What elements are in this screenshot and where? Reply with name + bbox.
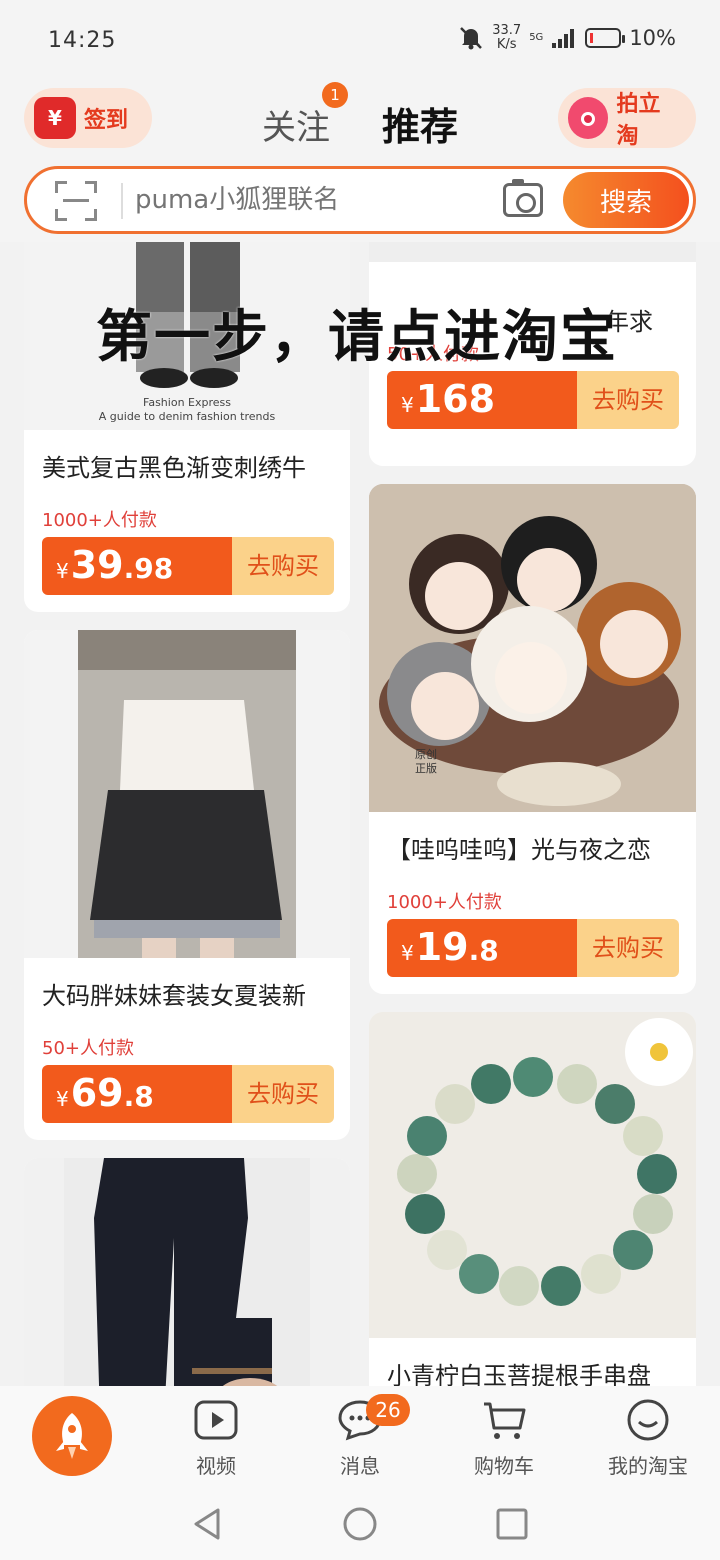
battery-icon — [585, 28, 626, 48]
product-image — [369, 1012, 696, 1338]
rocket-icon — [56, 1413, 88, 1459]
search-input[interactable] — [135, 179, 495, 221]
nav-messages-label: 消息 — [340, 1454, 380, 1478]
buy-label: 去购买 — [232, 1065, 334, 1123]
price: ¥ 168 — [387, 371, 577, 429]
smile-face-icon — [624, 1398, 672, 1442]
messages-badge: 26 — [366, 1394, 410, 1426]
red-envelope-icon: ¥ — [34, 97, 76, 139]
video-icon — [192, 1398, 240, 1442]
image-badge: 原创正版 — [415, 748, 437, 775]
buy-button[interactable]: ¥ 19 .8 去购买 — [387, 919, 679, 977]
currency-symbol: ¥ — [56, 559, 69, 583]
nav-video-label: 视频 — [196, 1454, 236, 1478]
price-decimal: .8 — [123, 1080, 154, 1113]
product-image — [24, 1158, 350, 1386]
snap-label: 拍立淘 — [616, 92, 661, 149]
battery-percent: 10% — [629, 26, 676, 50]
buy-button[interactable]: ¥ 168 去购买 — [387, 371, 679, 429]
price: ¥ 69 .8 — [42, 1065, 232, 1123]
checkin-button[interactable]: ¥ 签到 — [24, 88, 152, 148]
nav-cart[interactable]: 购物车 — [454, 1398, 554, 1479]
buy-label: 去购买 — [577, 919, 679, 977]
status-bar: 14:25 33.7 K/s 5G 10% — [0, 0, 720, 82]
nav-video[interactable]: 视频 — [166, 1398, 266, 1479]
checkin-label: 签到 — [84, 108, 129, 133]
price: ¥ 19 .8 — [387, 919, 577, 977]
search-button[interactable]: 搜索 — [563, 172, 689, 228]
snap-search-button[interactable]: 拍立淘 — [558, 88, 696, 149]
buy-button[interactable]: ¥ 69 .8 去购买 — [42, 1065, 334, 1123]
product-title: 美式复古黑色渐变刺绣牛 — [42, 454, 306, 482]
bottom-nav: 视频 消息 26 购物车 我的淘宝 — [0, 1386, 720, 1492]
product-card[interactable]: 大码胖妹妹套装女夏装新 50+人付款 ¥ 69 .8 去购买 — [24, 630, 350, 1140]
product-title: 大码胖妹妹套装女夏装新 — [42, 982, 306, 1010]
search-bar: 搜索 — [24, 166, 696, 234]
instruction-overlay: 第一步，请点进淘宝 — [96, 305, 618, 370]
cart-icon — [480, 1398, 528, 1442]
follow-badge: 1 — [322, 82, 348, 108]
sold-count: 1000+人付款 — [387, 892, 502, 913]
buy-label: 去购买 — [577, 371, 679, 429]
price-integer: 19 — [415, 925, 469, 969]
tab-follow[interactable]: 关注 — [262, 100, 330, 149]
status-time: 14:25 — [48, 28, 117, 53]
home-circle-icon[interactable] — [340, 1504, 380, 1544]
nav-my-taobao[interactable]: 我的淘宝 — [598, 1398, 698, 1479]
image-caption-sub: A guide to denim fashion trends — [98, 410, 276, 423]
signal-icon — [552, 29, 575, 48]
product-card[interactable]: 原创正版 【哇呜哇呜】光与夜之恋 1000+人付款 ¥ 19 .8 去购买 — [369, 484, 696, 994]
product-title: 【哇呜哇呜】光与夜之恋 — [387, 836, 651, 864]
price-integer: 39 — [70, 543, 124, 587]
recents-square-icon[interactable] — [492, 1504, 532, 1544]
status-icons: 33.7 K/s 5G 10% — [458, 24, 676, 52]
product-image: 原创正版 — [369, 484, 696, 812]
image-caption: Fashion Express — [143, 396, 231, 409]
buy-label: 去购买 — [232, 537, 334, 595]
home-rocket-button[interactable] — [32, 1396, 112, 1476]
product-title: 小青柠白玉菩提根手串盘 — [387, 1362, 651, 1386]
sold-count: 50+人付款 — [42, 1038, 134, 1059]
product-image — [24, 630, 350, 958]
price-decimal: .8 — [468, 934, 499, 967]
nav-my-taobao-label: 我的淘宝 — [608, 1454, 688, 1478]
product-feed[interactable]: Fashion Express A guide to denim fashion… — [0, 242, 720, 1386]
price-decimal: .98 — [123, 552, 174, 585]
system-nav-bar — [0, 1492, 720, 1560]
scan-icon[interactable] — [55, 181, 97, 221]
top-header: ¥ 签到 关注 1 推荐 拍立淘 搜索 — [0, 82, 720, 242]
currency-symbol: ¥ — [401, 941, 414, 965]
sold-count: 1000+人付款 — [42, 510, 157, 531]
product-card[interactable] — [24, 1158, 350, 1386]
nav-cart-label: 购物车 — [474, 1454, 534, 1478]
search-divider — [121, 183, 123, 219]
camera-icon[interactable] — [503, 179, 543, 217]
back-icon[interactable] — [188, 1504, 228, 1544]
snap-camera-icon — [568, 97, 609, 139]
price-integer: 69 — [70, 1071, 124, 1115]
currency-symbol: ¥ — [56, 1087, 69, 1111]
price: ¥ 39 .98 — [42, 537, 232, 595]
currency-symbol: ¥ — [401, 393, 414, 417]
net-speed-unit: K/s — [496, 37, 517, 52]
net-speed-value: 33.7 — [492, 23, 522, 38]
price-integer: 168 — [415, 377, 496, 421]
net-speed: 33.7 K/s — [492, 24, 521, 52]
product-image — [369, 242, 696, 262]
mute-bell-icon — [460, 27, 483, 50]
buy-button[interactable]: ¥ 39 .98 去购买 — [42, 537, 334, 595]
tab-recommend[interactable]: 推荐 — [382, 96, 458, 151]
network-type: 5G — [529, 32, 544, 43]
product-card[interactable]: 小青柠白玉菩提根手串盘 — [369, 1012, 696, 1386]
